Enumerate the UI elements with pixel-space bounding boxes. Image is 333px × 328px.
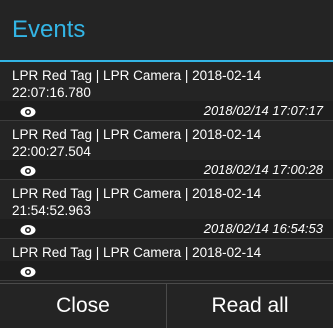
event-item[interactable]: LPR Red Tag | LPR Camera | 2018-02-14 bbox=[0, 239, 333, 281]
event-item[interactable]: LPR Red Tag | LPR Camera | 2018-02-14 21… bbox=[0, 180, 333, 239]
event-description: LPR Red Tag | LPR Camera | 2018-02-14 22… bbox=[12, 68, 262, 100]
event-meta-row: 2018/02/14 17:00:28 bbox=[0, 160, 333, 179]
eye-icon[interactable] bbox=[20, 223, 36, 235]
event-description: LPR Red Tag | LPR Camera | 2018-02-14 bbox=[12, 245, 262, 260]
eye-icon[interactable] bbox=[20, 265, 36, 277]
event-item[interactable]: LPR Red Tag | LPR Camera | 2018-02-14 22… bbox=[0, 62, 333, 121]
event-meta-row: 2018/02/14 17:07:17 bbox=[0, 101, 333, 120]
dialog-footer: Close Read all bbox=[0, 283, 333, 328]
event-description: LPR Red Tag | LPR Camera | 2018-02-14 21… bbox=[12, 186, 262, 218]
eye-icon[interactable] bbox=[20, 164, 36, 176]
event-item[interactable]: LPR Red Tag | LPR Camera | 2018-02-14 22… bbox=[0, 121, 333, 180]
dialog-title: Events bbox=[12, 16, 86, 43]
event-timestamp: 2018/02/14 17:07:17 bbox=[203, 103, 323, 118]
event-meta-row: 2018/02/14 16:54:53 bbox=[0, 219, 333, 238]
read-all-button[interactable]: Read all bbox=[167, 284, 333, 328]
close-button[interactable]: Close bbox=[0, 284, 166, 328]
dialog-header: Events bbox=[0, 0, 333, 62]
event-description: LPR Red Tag | LPR Camera | 2018-02-14 22… bbox=[12, 127, 262, 159]
eye-icon[interactable] bbox=[20, 105, 36, 117]
event-timestamp: 2018/02/14 17:00:28 bbox=[203, 162, 323, 177]
events-dialog: Events LPR Red Tag | LPR Camera | 2018-0… bbox=[0, 0, 333, 328]
event-meta-row bbox=[0, 261, 333, 280]
events-list[interactable]: LPR Red Tag | LPR Camera | 2018-02-14 22… bbox=[0, 62, 333, 284]
event-timestamp: 2018/02/14 16:54:53 bbox=[203, 221, 323, 236]
